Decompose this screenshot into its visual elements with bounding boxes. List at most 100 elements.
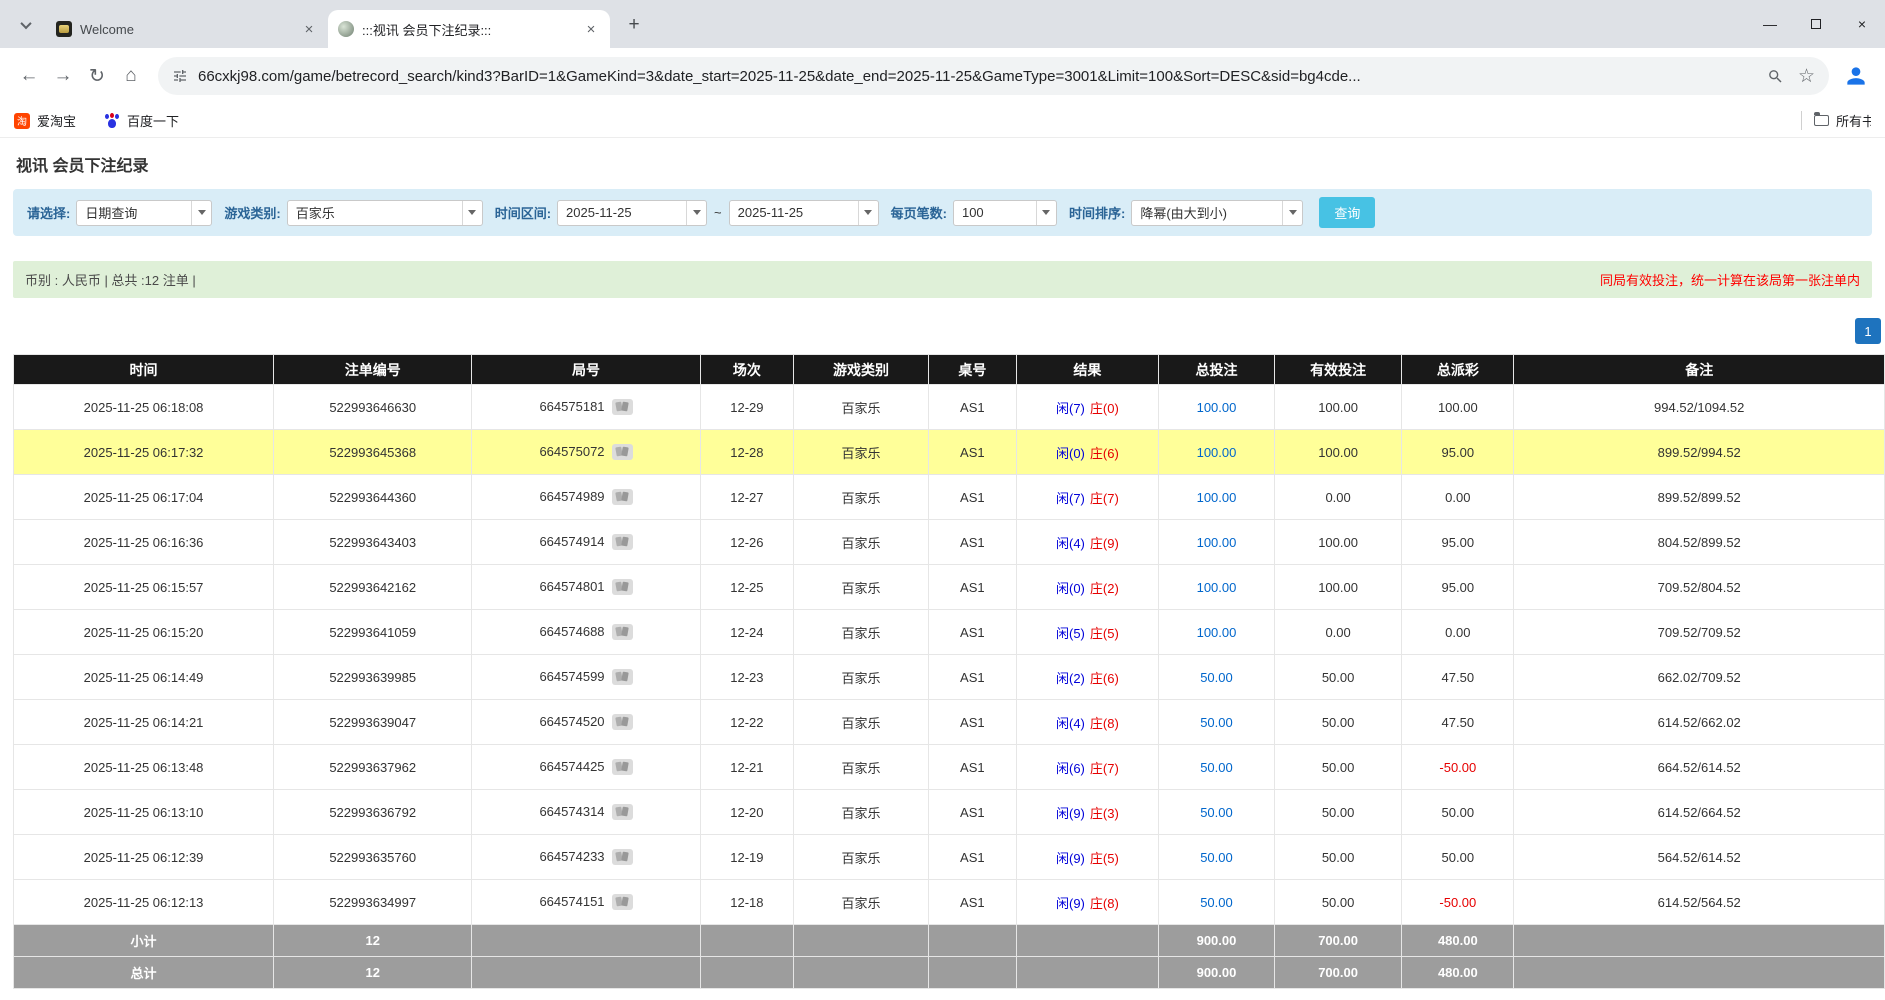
- total-bet-link[interactable]: 50.00: [1200, 895, 1233, 910]
- round-id: 664574599: [539, 669, 604, 684]
- page-number-button[interactable]: 1: [1855, 318, 1881, 344]
- footer-empty: [794, 925, 929, 957]
- replay-card-icon[interactable]: [612, 714, 633, 730]
- close-button[interactable]: ×: [1839, 0, 1885, 48]
- cell-time: 2025-11-25 06:13:10: [14, 790, 274, 835]
- cell-payout: 50.00: [1402, 790, 1514, 835]
- replay-card-icon[interactable]: [612, 894, 633, 910]
- tab-close-icon[interactable]: ×: [300, 20, 318, 38]
- cell-bet-id: 522993642162: [274, 565, 472, 610]
- date-start-select[interactable]: 2025-11-25: [557, 200, 707, 226]
- date-end-select[interactable]: 2025-11-25: [729, 200, 879, 226]
- table-row: 2025-11-25 06:13:10522993636792664574314…: [14, 790, 1885, 835]
- bookmark-star-icon[interactable]: ☆: [1798, 65, 1815, 88]
- total-bet-link[interactable]: 100.00: [1197, 490, 1237, 505]
- home-button[interactable]: ⌂: [114, 59, 148, 93]
- refresh-button[interactable]: ↻: [80, 59, 114, 93]
- replay-card-icon[interactable]: [612, 399, 633, 415]
- footer-empty: [472, 925, 700, 957]
- address-bar: ← → ↻ ⌂ 66cxkj98.com/game/betrecord_sear…: [0, 48, 1885, 104]
- summary-bar: 币别 : 人民币 | 总共 :12 注单 | 同局有效投注，统一计算在该局第一张…: [13, 261, 1872, 298]
- replay-card-icon[interactable]: [612, 849, 633, 865]
- cell-payout: 0.00: [1402, 475, 1514, 520]
- zoom-icon[interactable]: [1767, 68, 1784, 85]
- url-omnibox[interactable]: 66cxkj98.com/game/betrecord_search/kind3…: [158, 57, 1829, 95]
- result-banker: 庄(6): [1090, 671, 1119, 686]
- cell-round-id: 664574425: [472, 745, 700, 790]
- tab-welcome[interactable]: Welcome ×: [46, 10, 328, 48]
- sort-order-select[interactable]: 降幂(由大到小): [1131, 200, 1303, 226]
- tab-close-icon[interactable]: ×: [582, 20, 600, 38]
- cell-payout: -50.00: [1402, 880, 1514, 925]
- footer-empty: [700, 925, 794, 957]
- chevron-down-icon[interactable]: [1036, 201, 1056, 225]
- total-bet-link[interactable]: 50.00: [1200, 850, 1233, 865]
- cell-payout: 50.00: [1402, 835, 1514, 880]
- total-bet-link[interactable]: 50.00: [1200, 760, 1233, 775]
- tab-search-chevron-button[interactable]: [12, 11, 40, 39]
- all-bookmarks-label: 所有书: [1836, 111, 1871, 130]
- chevron-down-icon[interactable]: [191, 201, 211, 225]
- replay-card-icon[interactable]: [612, 444, 633, 460]
- replay-card-icon[interactable]: [612, 579, 633, 595]
- cell-round-id: 664575072: [472, 430, 700, 475]
- chevron-down-icon[interactable]: [858, 201, 878, 225]
- forward-button[interactable]: →: [46, 59, 80, 93]
- cell-bet-id: 522993645368: [274, 430, 472, 475]
- cell-payout: -50.00: [1402, 745, 1514, 790]
- new-tab-button[interactable]: +: [620, 11, 648, 39]
- replay-card-icon[interactable]: [612, 669, 633, 685]
- cell-remark: 709.52/709.52: [1514, 610, 1885, 655]
- round-id: 664574688: [539, 624, 604, 639]
- table-row: 2025-11-25 06:13:48522993637962664574425…: [14, 745, 1885, 790]
- maximize-button[interactable]: [1793, 0, 1839, 48]
- chevron-down-icon[interactable]: [462, 201, 482, 225]
- cell-remark: 614.52/664.52: [1514, 790, 1885, 835]
- back-button[interactable]: ←: [12, 59, 46, 93]
- replay-card-icon[interactable]: [612, 534, 633, 550]
- column-header: 场次: [700, 355, 794, 385]
- total-bet-link[interactable]: 50.00: [1200, 670, 1233, 685]
- replay-card-icon[interactable]: [612, 489, 633, 505]
- total-bet-link[interactable]: 50.00: [1200, 805, 1233, 820]
- bookmark-baidu[interactable]: 百度一下: [104, 111, 179, 130]
- cell-payout: 95.00: [1402, 520, 1514, 565]
- bookmark-aitaobao[interactable]: 淘 爱淘宝: [14, 111, 76, 130]
- tab-betrecord[interactable]: :::视讯 会员下注纪录::: ×: [328, 10, 610, 48]
- site-settings-icon[interactable]: [172, 68, 188, 84]
- cell-game-type: 百家乐: [794, 430, 929, 475]
- total-bet-link[interactable]: 50.00: [1200, 715, 1233, 730]
- all-bookmarks-button[interactable]: 所有书: [1801, 111, 1871, 130]
- chevron-down-icon[interactable]: [1282, 201, 1302, 225]
- total-bet-link[interactable]: 100.00: [1197, 625, 1237, 640]
- game-type-select[interactable]: 百家乐: [287, 200, 483, 226]
- profile-avatar-icon[interactable]: [1839, 59, 1873, 93]
- table-footer-row: 总计12900.00700.00480.00: [14, 957, 1885, 989]
- search-button[interactable]: 查询: [1319, 197, 1375, 228]
- total-bet-link[interactable]: 100.00: [1197, 580, 1237, 595]
- per-page-select[interactable]: 100: [953, 200, 1057, 226]
- footer-label: 总计: [14, 957, 274, 989]
- replay-card-icon[interactable]: [612, 804, 633, 820]
- cell-bet-id: 522993637962: [274, 745, 472, 790]
- minimize-button[interactable]: —: [1747, 0, 1793, 48]
- round-id: 664574520: [539, 714, 604, 729]
- query-type-select[interactable]: 日期查询: [76, 200, 212, 226]
- cell-total-bet: 50.00: [1158, 745, 1274, 790]
- column-header: 结果: [1016, 355, 1158, 385]
- replay-card-icon[interactable]: [612, 759, 633, 775]
- total-bet-link[interactable]: 100.00: [1197, 535, 1237, 550]
- replay-card-icon[interactable]: [612, 624, 633, 640]
- cell-session: 12-28: [700, 430, 794, 475]
- total-bet-link[interactable]: 100.00: [1197, 400, 1237, 415]
- result-banker: 庄(6): [1090, 446, 1119, 461]
- footer-payout: 480.00: [1402, 925, 1514, 957]
- bet-records-table: 时间注单编号局号场次游戏类别桌号结果总投注有效投注总派彩备注 2025-11-2…: [13, 354, 1885, 989]
- cell-session: 12-27: [700, 475, 794, 520]
- result-banker: 庄(7): [1090, 761, 1119, 776]
- cell-total-bet: 100.00: [1158, 430, 1274, 475]
- total-bet-link[interactable]: 100.00: [1197, 445, 1237, 460]
- chevron-down-icon[interactable]: [686, 201, 706, 225]
- cell-session: 12-20: [700, 790, 794, 835]
- cell-bet-id: 522993639985: [274, 655, 472, 700]
